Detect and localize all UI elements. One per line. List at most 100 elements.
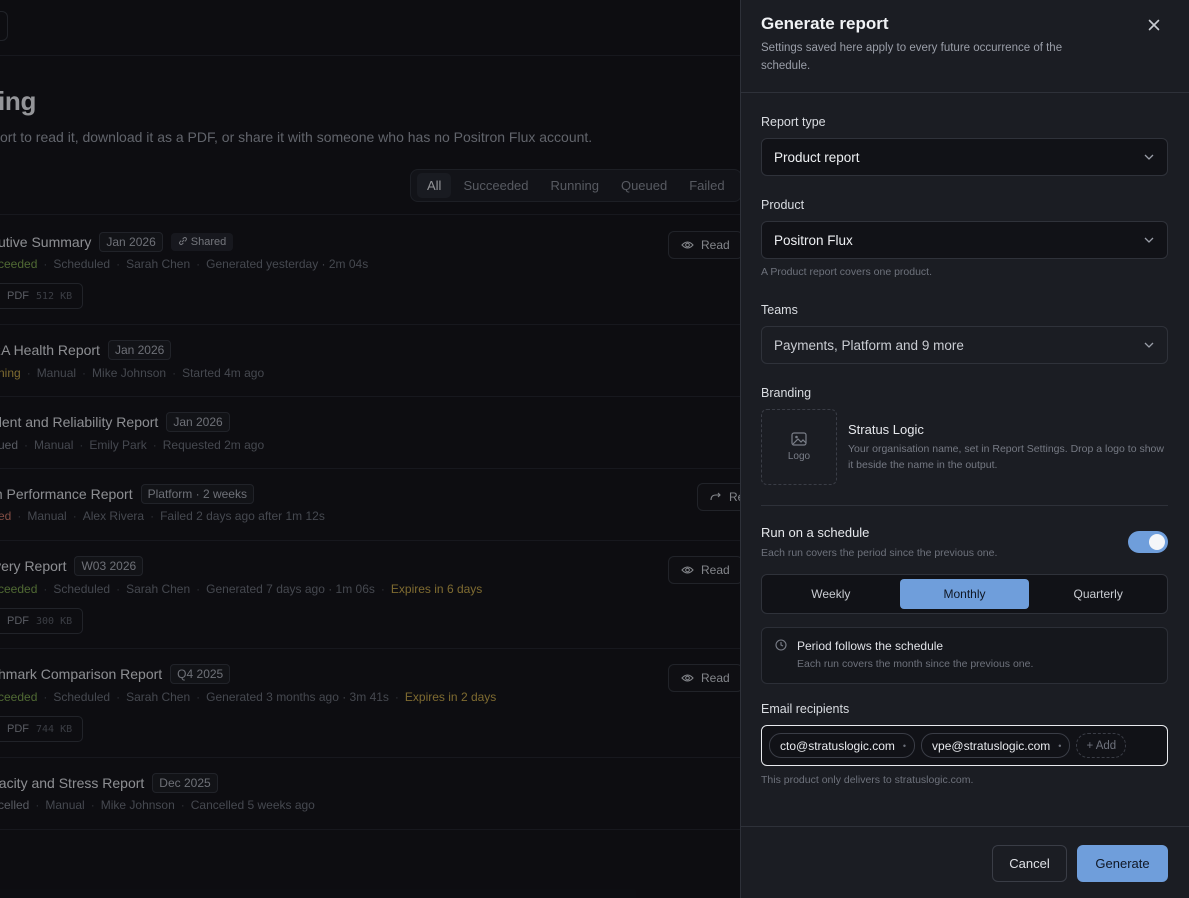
report-meta: ed · Manual · Alex Rivera · Failed 2 days ago …	[0, 509, 325, 523]
eye-icon	[681, 674, 694, 682]
pdf-download-chip[interactable]: PDF 300 KB	[0, 608, 84, 634]
frequency-weekly[interactable]: Weekly	[766, 579, 896, 609]
drawer-description: Settings saved here apply to every futur…	[761, 42, 1063, 72]
page-title: ing	[0, 86, 37, 116]
report-meta: ceeded · Scheduled · Sarah Chen · Generated 7 …	[0, 582, 483, 596]
trigger-text: Scheduled	[53, 257, 111, 271]
link-icon	[178, 237, 187, 245]
table-row[interactable]: m Performance Report Platform · 2 weeks …	[0, 469, 740, 541]
owner-text: Sarah Chen	[126, 257, 191, 271]
remove-recipient-icon[interactable]: •	[903, 741, 906, 751]
expiry-text: Expires in 2 days	[404, 690, 497, 704]
close-button[interactable]	[1145, 16, 1163, 34]
reports-page: ing ort to read it, download it as a PDF…	[0, 0, 740, 898]
add-recipient-button[interactable]: + Add	[1076, 733, 1127, 758]
filter-succeeded[interactable]: Succeeded	[453, 173, 538, 198]
status-text: ceeded	[0, 690, 38, 704]
filter-failed[interactable]: Failed	[679, 173, 734, 198]
period-tag: W03 2026	[74, 556, 144, 576]
filter-running[interactable]: Running	[541, 173, 609, 198]
table-row[interactable]: cutive Summary Jan 2026 Shared ceeded · Sc…	[0, 215, 740, 325]
filter-all[interactable]: All	[417, 173, 452, 198]
status-text: ued	[0, 438, 19, 452]
table-row[interactable]: ident and Reliability Report Jan 2026 ue…	[0, 397, 740, 469]
report-type-select[interactable]: Product report	[761, 138, 1168, 176]
frequency-quarterly[interactable]: Quarterly	[1033, 579, 1163, 609]
divider	[761, 505, 1168, 506]
chevron-down-icon	[1144, 342, 1154, 348]
close-icon	[1148, 19, 1160, 31]
page-subtitle: ort to read it, download it as a PDF, or…	[0, 129, 593, 145]
status-text: ning	[0, 366, 21, 380]
report-title: chmark Comparison Report	[0, 666, 163, 682]
schedule-toggle[interactable]	[1128, 531, 1168, 553]
status-text: celled	[0, 798, 30, 812]
frequency-monthly[interactable]: Monthly	[899, 579, 1030, 609]
chevron-down-icon	[1144, 154, 1154, 160]
period-info-box: Period follows the schedule Each run cov…	[761, 627, 1168, 684]
product-label: Product	[761, 198, 805, 212]
recipients-hint: This product only delivers to stratuslog…	[761, 774, 974, 786]
recipient-chip: cto@stratuslogic.com •	[769, 733, 916, 758]
status-text: ceeded	[0, 582, 38, 596]
organisation-description: Your organisation name, set in Report Se…	[848, 443, 1164, 471]
schedule-description: Each run covers the period since the pre…	[761, 547, 998, 559]
report-meta: ning · Manual · Mike Johnson · Started 4m ago	[0, 366, 265, 380]
cancel-button[interactable]: Cancel	[992, 845, 1067, 882]
report-title: cutive Summary	[0, 234, 92, 250]
filter-queued[interactable]: Queued	[611, 173, 677, 198]
table-row[interactable]: pacity and Stress Report Dec 2025 celled…	[0, 758, 740, 830]
period-tag: Dec 2025	[152, 773, 218, 793]
detail-text: Generated yesterday · 2m 04s	[206, 257, 369, 271]
period-description: Each run covers the month since the prev…	[797, 658, 1034, 670]
chevron-down-icon	[1144, 237, 1154, 243]
product-select[interactable]: Positron Flux	[761, 221, 1168, 259]
topbar-control[interactable]	[0, 11, 8, 41]
read-button[interactable]: Read	[668, 664, 740, 692]
product-hint: A Product report covers one product.	[761, 266, 933, 278]
retry-icon	[710, 492, 721, 501]
report-list: cutive Summary Jan 2026 Shared ceeded · Sc…	[0, 214, 740, 830]
status-text: ed	[0, 509, 12, 523]
period-tag: Platform · 2 weeks	[140, 484, 254, 504]
branding-label: Branding	[761, 386, 812, 400]
report-title: pacity and Stress Report	[0, 775, 145, 791]
table-row[interactable]: ivery Report W03 2026 ceeded·Scheduled·S…	[0, 541, 740, 649]
teams-select[interactable]: Payments, Platform and 9 more	[761, 326, 1168, 364]
period-tag: Jan 2026	[166, 412, 230, 432]
period-tag: Jan 2026	[107, 340, 172, 360]
report-title: RA Health Report	[0, 342, 100, 358]
organisation-name: Stratus Logic	[848, 422, 924, 437]
logo-label: Logo	[787, 451, 811, 462]
schedule-title: Run on a schedule	[761, 525, 870, 540]
table-row[interactable]: chmark Comparison Report Q4 2025 ceeded ·…	[0, 649, 740, 758]
report-meta: ceeded · Scheduled · Sarah Chen · Generated 3 …	[0, 690, 497, 704]
period-tag: Q4 2025	[170, 664, 231, 684]
generate-report-drawer: Generate report Settings saved here appl…	[740, 0, 1189, 898]
logo-dropzone[interactable]: Logo	[761, 409, 837, 485]
recipient-chip: vpe@stratuslogic.com •	[921, 733, 1071, 758]
period-tag: Jan 2026	[99, 232, 163, 252]
report-type-label: Report type	[761, 115, 826, 129]
drawer-title: Generate report	[761, 14, 889, 33]
report-title: m Performance Report	[0, 486, 133, 502]
image-icon	[791, 432, 807, 446]
drawer-footer: Cancel Generate	[741, 826, 1189, 898]
drawer-header: Generate report Settings saved here appl…	[741, 0, 1189, 93]
read-button[interactable]: Read	[668, 231, 740, 259]
eye-icon	[681, 241, 694, 249]
teams-label: Teams	[761, 303, 798, 317]
retry-button[interactable]: Re	[697, 483, 740, 511]
expiry-text: Expires in 6 days	[390, 582, 483, 596]
pdf-download-chip[interactable]: PDF 744 KB	[0, 716, 84, 742]
period-title: Period follows the schedule	[797, 639, 944, 653]
report-title: ident and Reliability Report	[0, 414, 159, 430]
table-row[interactable]: RA Health Report Jan 2026 ning · Manual · Mi…	[0, 325, 740, 397]
read-button[interactable]: Read	[668, 556, 740, 584]
recipients-input[interactable]: cto@stratuslogic.com • vpe@stratuslogic.c…	[761, 725, 1168, 766]
report-title: ivery Report	[0, 558, 67, 574]
pdf-download-chip[interactable]: PDF 512 KB	[0, 283, 84, 309]
toggle-knob	[1149, 534, 1165, 550]
remove-recipient-icon[interactable]: •	[1058, 741, 1061, 751]
generate-button[interactable]: Generate	[1077, 845, 1168, 882]
